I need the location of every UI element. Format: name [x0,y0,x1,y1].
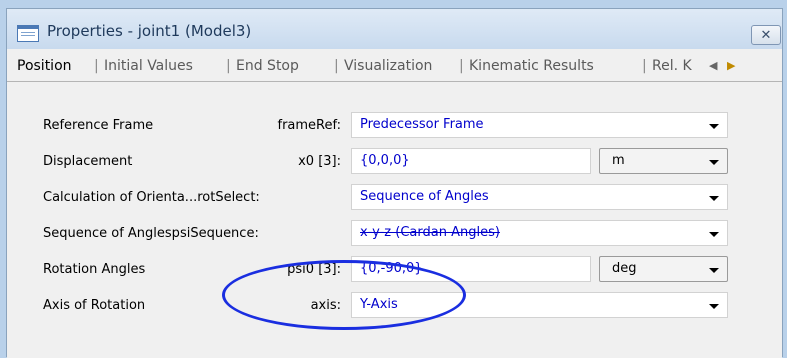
properties-window: Properties - joint1 (Model3) ✕ Position … [6,8,783,358]
unit-value: m [612,153,625,168]
dropdown-value: x-y-z (Cardan Angles) [360,225,500,240]
window-icon [17,25,39,42]
unit-value: deg [612,261,637,276]
properties-panel: Reference Frame frameRef: Predecessor Fr… [7,81,782,358]
property-label: Sequence of AnglespsiSequence: [43,226,259,241]
property-label: Axis of Rotation [43,298,146,313]
property-label: Displacement [43,154,133,169]
tab-separator: | [642,58,647,74]
input-value: {0,-90,0} [360,261,423,276]
property-row-rotation-angles: Rotation Angles psi0 [3]: {0,-90,0} deg [7,253,782,287]
reference-frame-dropdown[interactable]: Predecessor Frame [351,112,728,138]
rotation-angles-input[interactable]: {0,-90,0} [351,256,591,282]
tab-position[interactable]: Position [17,58,72,74]
displacement-input[interactable]: {0,0,0} [351,148,591,174]
tab-separator: | [94,58,99,74]
title-bar: Properties - joint1 (Model3) ✕ [7,9,782,49]
property-row-sequence-of-angles: Sequence of AnglespsiSequence: x-y-z (Ca… [7,217,782,251]
property-label: Calculation of Orienta...rotSelect: [43,190,260,205]
axis-dropdown[interactable]: Y-Axis [351,292,728,318]
tab-separator: | [459,58,464,74]
chevron-down-icon [709,124,719,129]
dropdown-value: Predecessor Frame [360,117,484,132]
tab-visualization[interactable]: Visualization [344,58,432,74]
tab-end-stop[interactable]: End Stop [236,58,299,74]
property-row-reference-frame: Reference Frame frameRef: Predecessor Fr… [7,109,782,143]
dropdown-value: Sequence of Angles [360,189,489,204]
property-row-orientation: Calculation of Orienta...rotSelect: Sequ… [7,181,782,215]
tab-scroll-left-icon[interactable]: ◀ [709,59,717,72]
tab-separator: | [334,58,339,74]
chevron-down-icon [709,160,719,165]
close-icon: ✕ [760,27,772,43]
property-variable: axis: [310,298,341,313]
tab-separator: | [226,58,231,74]
close-button[interactable]: ✕ [751,25,781,45]
dropdown-value: Y-Axis [360,297,398,312]
window-title: Properties - joint1 (Model3) [47,22,252,40]
tab-kinematic-results[interactable]: Kinematic Results [469,58,594,74]
property-row-axis-of-rotation: Axis of Rotation axis: Y-Axis [7,289,782,323]
chevron-down-icon [709,304,719,309]
property-label: Reference Frame [43,118,154,133]
tab-scroll-right-icon[interactable]: ▶ [727,59,735,72]
property-variable: psi0 [3]: [287,262,341,277]
input-value: {0,0,0} [360,153,410,168]
rotation-unit-dropdown[interactable]: deg [599,256,728,282]
sequence-dropdown[interactable]: x-y-z (Cardan Angles) [351,220,728,246]
tab-rel-k[interactable]: Rel. K [652,58,707,74]
property-variable: frameRef: [277,118,342,133]
property-variable: x0 [3]: [298,154,341,169]
property-row-displacement: Displacement x0 [3]: {0,0,0} m [7,145,782,179]
chevron-down-icon [709,196,719,201]
chevron-down-icon [709,268,719,273]
orientation-dropdown[interactable]: Sequence of Angles [351,184,728,210]
property-label: Rotation Angles [43,262,146,277]
tab-initial-values[interactable]: Initial Values [104,58,193,74]
chevron-down-icon [709,232,719,237]
tab-bar: Position | Initial Values | End Stop | V… [7,49,782,81]
displacement-unit-dropdown[interactable]: m [599,148,728,174]
